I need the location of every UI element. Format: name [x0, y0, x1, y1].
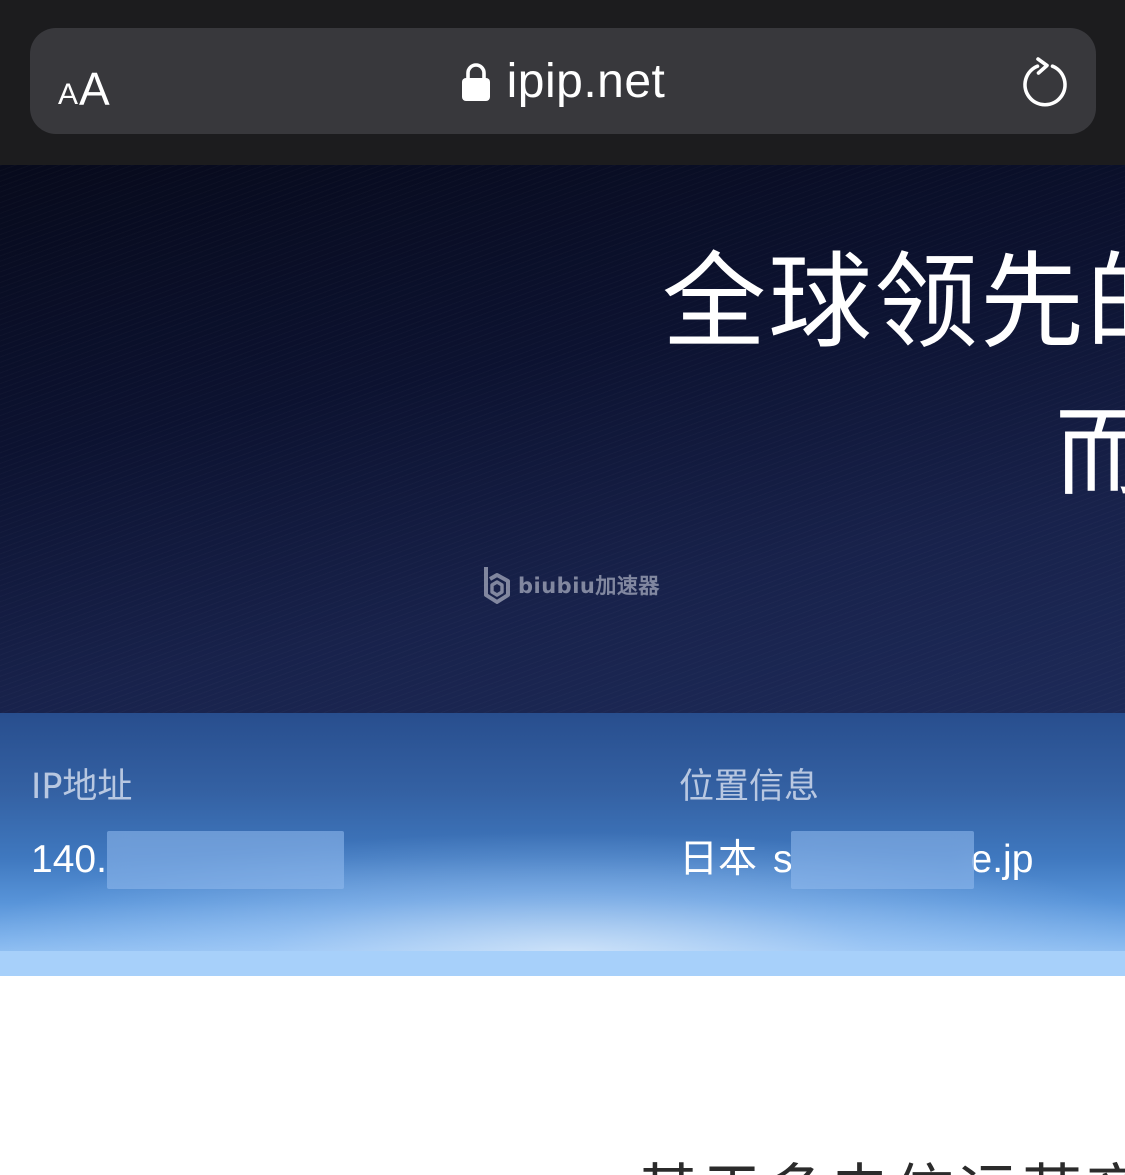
ip-address-value: 140. [31, 831, 344, 889]
hero-title: 全球领先的 [662, 241, 1125, 363]
location-label: 位置信息 [679, 767, 820, 807]
watermark-text: biubiu加速器 [518, 574, 660, 598]
redaction-block [106, 831, 344, 889]
watermark: biubiu加速器 [482, 565, 660, 605]
ip-info-panel: IP地址 140. 位置信息 日本 s e.jp [0, 713, 1125, 976]
location-value: 日本 s e.jp [679, 831, 1034, 889]
text-size-large-glyph: A [79, 63, 110, 115]
redaction-block [790, 831, 974, 889]
ip-address-label: IP地址 [31, 767, 133, 807]
biubiu-logo-icon [484, 567, 510, 604]
browser-toolbar: A A ipip.net [0, 0, 1125, 165]
reload-icon[interactable] [1020, 56, 1070, 108]
text-size-button[interactable]: A A [58, 52, 138, 112]
location-block: 位置信息 日本 s e.jp [679, 765, 1034, 889]
address-bar[interactable]: A A ipip.net [30, 28, 1096, 134]
hero-subtitle: 而 [1055, 397, 1125, 509]
location-country: 日本 [679, 838, 758, 881]
hero-banner: 全球领先的 而 biubiu加速器 [0, 165, 1125, 713]
location-isp-start: s [773, 838, 793, 881]
ip-address-block: IP地址 140. [31, 765, 344, 889]
location-isp-end: e.jp [970, 838, 1034, 881]
address-display: ipip.net [30, 28, 1096, 134]
section-heading: 基于多电信运营商 [638, 1144, 1125, 1175]
content-section: 基于多电信运营商 [0, 976, 1125, 1175]
earth-glow [0, 951, 1125, 976]
address-text[interactable]: ipip.net [507, 54, 666, 109]
lock-icon [461, 63, 490, 101]
text-size-small-glyph: A [58, 78, 79, 111]
ip-address-prefix: 140. [31, 838, 107, 881]
